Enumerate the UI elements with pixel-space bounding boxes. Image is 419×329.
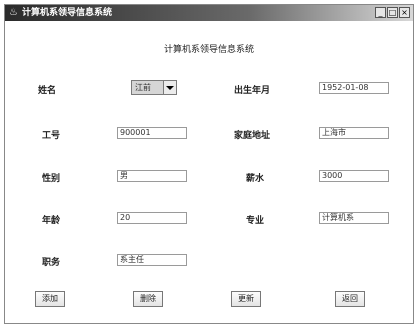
age-field[interactable]: 20	[117, 212, 187, 224]
major-field[interactable]: 计算机系	[319, 212, 389, 224]
major-label: 专业	[246, 216, 265, 226]
title-bar[interactable]: ♨ 计算机系领导信息系统 _ □ ×	[5, 5, 413, 21]
birth-label: 出生年月	[234, 86, 271, 96]
maximize-button[interactable]: □	[387, 7, 398, 18]
birth-field[interactable]: 1952-01-08	[319, 82, 389, 94]
combobox-dropdown-button[interactable]	[163, 81, 176, 94]
chevron-down-icon	[166, 86, 174, 90]
salary-field[interactable]: 3000	[319, 170, 389, 182]
name-label: 姓名	[38, 86, 57, 96]
close-button[interactable]: ×	[399, 7, 410, 18]
minimize-button[interactable]: _	[375, 7, 386, 18]
salary-label: 薪水	[246, 174, 265, 184]
address-label: 家庭地址	[234, 131, 271, 141]
coffee-cup-icon: ♨	[9, 7, 18, 18]
id-field[interactable]: 900001	[117, 127, 187, 139]
name-combobox[interactable]: 江前	[131, 80, 177, 95]
name-combobox-value: 江前	[135, 83, 151, 92]
form-heading: 计算机系领导信息系统	[163, 45, 254, 55]
app-window: ♨ 计算机系领导信息系统 _ □ × 计算机系领导信息系统 姓名 江前 出生年月…	[4, 4, 414, 324]
window-controls: _ □ ×	[375, 7, 410, 18]
window-title: 计算机系领导信息系统	[22, 8, 113, 18]
address-field[interactable]: 上海市	[319, 127, 389, 139]
id-label: 工号	[42, 131, 61, 141]
position-label: 职务	[42, 258, 61, 268]
delete-button[interactable]: 删除	[133, 291, 163, 307]
update-button[interactable]: 更新	[231, 291, 261, 307]
back-button[interactable]: 返回	[335, 291, 365, 307]
age-label: 年龄	[42, 216, 61, 226]
position-field[interactable]: 系主任	[117, 254, 187, 266]
form-panel: 计算机系领导信息系统 姓名 江前 出生年月 1952-01-08 工号 9000…	[5, 21, 413, 323]
gender-label: 性别	[42, 174, 61, 184]
add-button[interactable]: 添加	[35, 291, 65, 307]
gender-field[interactable]: 男	[117, 170, 187, 182]
